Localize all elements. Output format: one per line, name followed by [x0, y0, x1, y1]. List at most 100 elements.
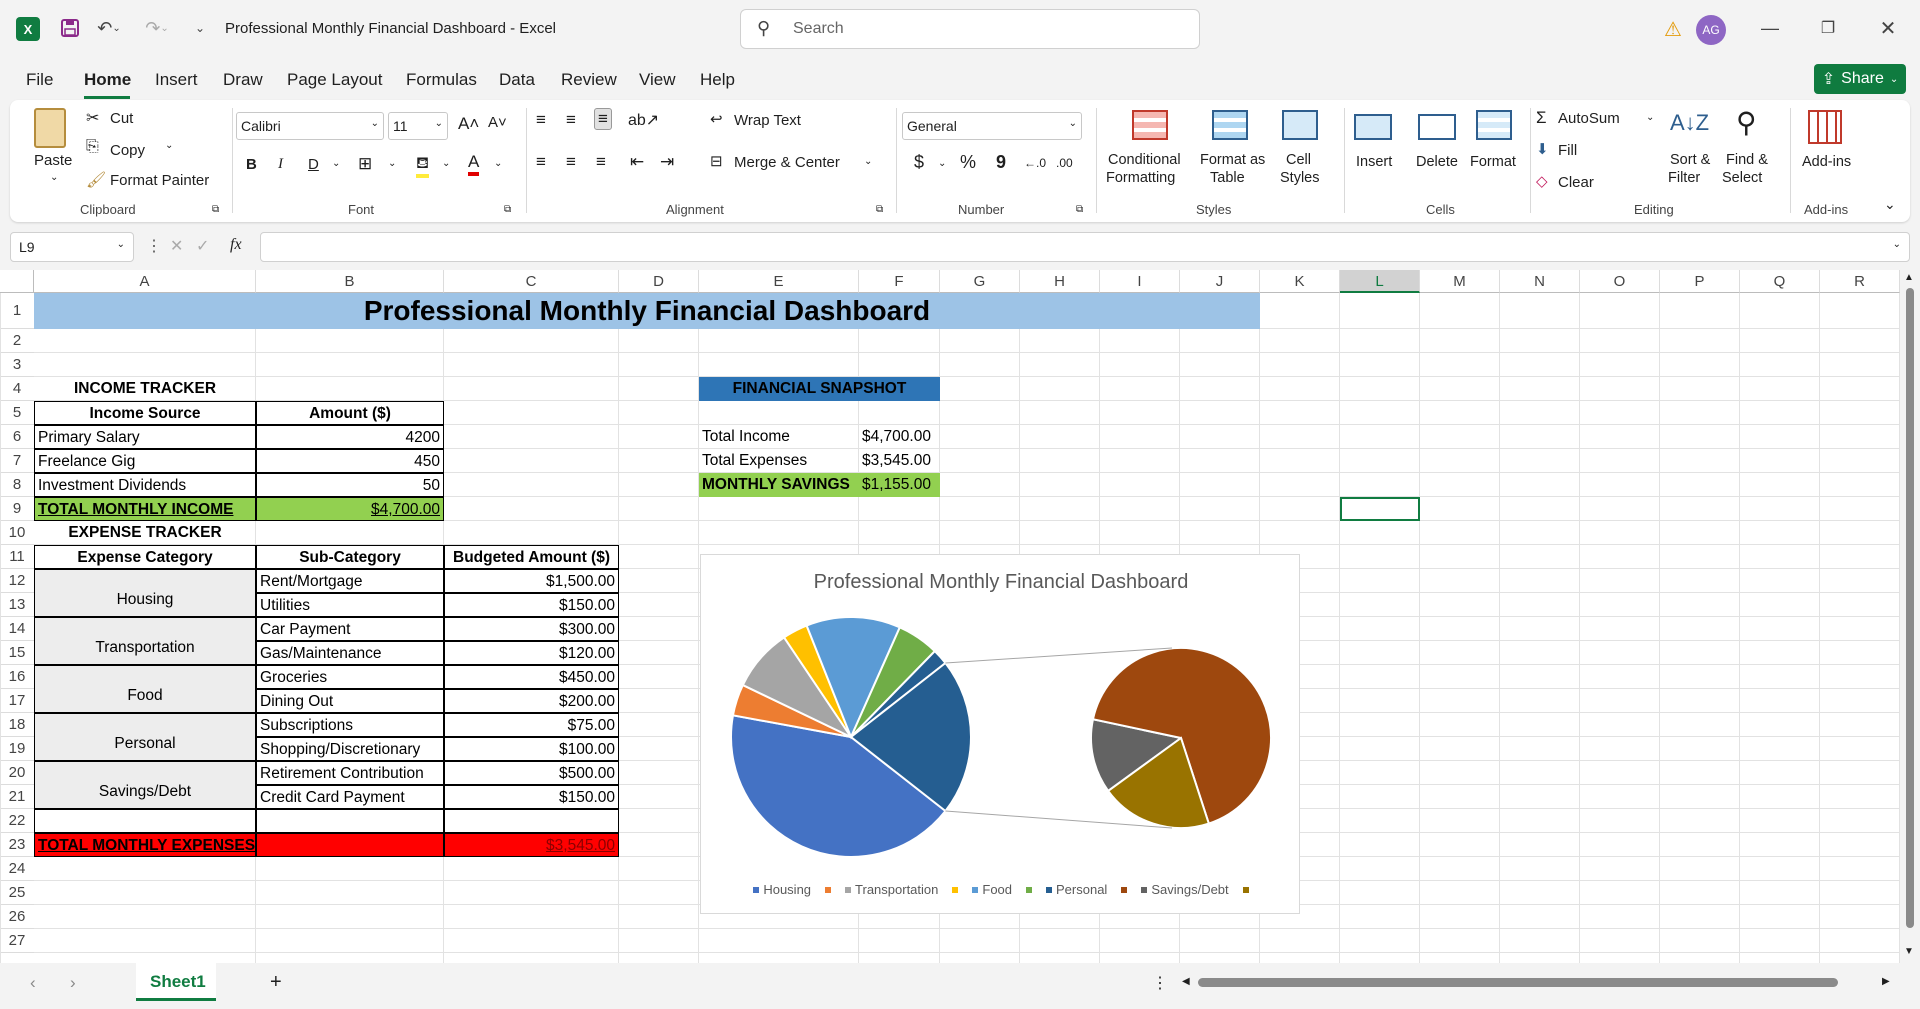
italic-button[interactable]: I — [278, 156, 283, 173]
expense-header[interactable]: Expense Category — [34, 545, 256, 569]
cell-styles-icon[interactable] — [1282, 110, 1318, 140]
tab-data[interactable]: Data — [499, 70, 535, 90]
decrease-decimal-icon[interactable]: .00 — [1056, 156, 1073, 170]
empty-cell[interactable] — [256, 809, 444, 833]
font-family-select[interactable]: Calibri ⌄ — [236, 112, 384, 140]
close-icon[interactable]: ✕ — [1876, 16, 1900, 40]
underline-button[interactable]: D — [308, 156, 319, 173]
income-header[interactable]: Income Source — [34, 401, 256, 425]
expense-subcategory-cell[interactable]: Subscriptions — [256, 713, 444, 737]
income-amount-cell[interactable]: 50 — [256, 473, 444, 497]
total-expenses-label[interactable]: TOTAL MONTHLY EXPENSES — [34, 833, 256, 857]
scroll-left-icon[interactable]: ◀ — [1182, 976, 1190, 987]
tab-home[interactable]: Home — [84, 70, 131, 90]
monthly-savings-label[interactable]: MONTHLY SAVINGS — [699, 473, 859, 497]
add-sheet-icon[interactable]: + — [270, 971, 282, 994]
scroll-up-icon[interactable]: ▲ — [1904, 272, 1914, 283]
cancel-icon[interactable]: ✕ — [170, 236, 183, 256]
formula-input[interactable]: ⌄ — [260, 232, 1910, 262]
chevron-down-icon[interactable]: ⌄ — [494, 158, 502, 169]
increase-decimal-icon[interactable]: ←.0 — [1024, 156, 1046, 170]
sheet-tab[interactable]: Sheet1 — [136, 963, 216, 1001]
total-expenses-value[interactable]: $3,545.00 — [444, 833, 619, 857]
orientation-icon[interactable]: ab↗ — [628, 110, 659, 130]
warning-icon[interactable]: ⚠ — [1660, 16, 1686, 42]
dialog-launcher-icon[interactable]: ⧉ — [212, 204, 219, 215]
copy-button[interactable]: Copy — [110, 142, 145, 159]
cell-styles-label-2[interactable]: Styles — [1280, 170, 1320, 186]
row-header[interactable]: 10 — [0, 521, 34, 545]
find-select-icon[interactable]: ⚲ — [1736, 106, 1757, 139]
vertical-scrollbar[interactable]: ▲ ▼ — [1900, 270, 1920, 963]
row-header[interactable]: 17 — [0, 689, 34, 713]
monthly-savings-value[interactable]: $1,155.00 — [859, 473, 940, 497]
expand-icon[interactable]: ⌄ — [1893, 239, 1901, 250]
save-icon[interactable] — [58, 16, 82, 40]
financial-snapshot-heading[interactable]: FINANCIAL SNAPSHOT — [699, 377, 940, 401]
chevron-down-icon[interactable]: ⌄ — [388, 158, 396, 169]
next-sheet-icon[interactable]: › — [70, 973, 76, 993]
increase-indent-icon[interactable]: ⇥ — [660, 152, 674, 172]
sheet-title-banner[interactable]: Professional Monthly Financial Dashboard — [34, 293, 1260, 329]
horizontal-scroll-thumb[interactable] — [1198, 978, 1838, 987]
empty-cell[interactable] — [34, 809, 256, 833]
expense-amount-cell[interactable]: $1,500.00 — [444, 569, 619, 593]
chevron-down-icon[interactable]: ⌄ — [50, 172, 58, 183]
font-size-select[interactable]: 11 ⌄ — [388, 112, 448, 140]
row-header[interactable]: 6 — [0, 425, 34, 449]
income-amount-cell[interactable]: 450 — [256, 449, 444, 473]
pie-chart[interactable]: Professional Monthly Financial Dashboard… — [700, 554, 1300, 914]
share-button[interactable]: ⇪ Share ⌄ — [1814, 64, 1906, 94]
column-header[interactable]: B — [256, 270, 444, 293]
paste-button[interactable]: Paste — [34, 152, 72, 169]
expense-subcategory-cell[interactable]: Dining Out — [256, 689, 444, 713]
merge-center-button[interactable]: Merge & Center — [734, 154, 840, 171]
addins-icon[interactable] — [1808, 110, 1842, 144]
legend-item[interactable]: Food — [972, 882, 1033, 897]
bold-button[interactable]: B — [246, 156, 257, 173]
paste-icon[interactable] — [34, 108, 66, 148]
insert-cells-button[interactable]: Insert — [1356, 154, 1392, 170]
name-box[interactable]: L9 ⌄ — [10, 232, 134, 262]
expense-subcategory-cell[interactable]: Gas/Maintenance — [256, 641, 444, 665]
cut-button[interactable]: Cut — [110, 110, 133, 127]
column-header[interactable]: D — [619, 270, 699, 293]
minimize-icon[interactable]: — — [1758, 16, 1782, 40]
conditional-formatting-label-2[interactable]: Formatting — [1106, 170, 1175, 186]
redo-icon[interactable]: ↷ ⌄ — [140, 16, 174, 40]
format-as-table-label[interactable]: Format as — [1200, 152, 1265, 168]
legend-item[interactable]: Housing — [753, 882, 832, 897]
expense-amount-cell[interactable]: $300.00 — [444, 617, 619, 641]
more-icon[interactable]: ⋮ — [1152, 973, 1168, 993]
row-header[interactable]: 15 — [0, 641, 34, 665]
row-header[interactable]: 2 — [0, 329, 34, 353]
tab-review[interactable]: Review — [561, 70, 617, 90]
bottom-align-icon[interactable]: ≡ — [594, 108, 612, 130]
tab-help[interactable]: Help — [700, 70, 735, 90]
chevron-down-icon[interactable]: ⌄ — [864, 156, 872, 167]
row-header[interactable]: 14 — [0, 617, 34, 641]
tab-draw[interactable]: Draw — [223, 70, 263, 90]
restore-icon[interactable]: ❐ — [1816, 16, 1840, 40]
expense-subcategory-cell[interactable]: Credit Card Payment — [256, 785, 444, 809]
empty-cell[interactable] — [444, 809, 619, 833]
vertical-scroll-thumb[interactable] — [1906, 288, 1914, 928]
align-left-icon[interactable]: ≡ — [536, 152, 546, 172]
enter-icon[interactable]: ✓ — [196, 236, 209, 256]
column-header[interactable]: K — [1260, 270, 1340, 293]
column-header[interactable]: N — [1500, 270, 1580, 293]
row-header[interactable]: 18 — [0, 713, 34, 737]
expense-subcategory-cell[interactable]: Shopping/Discretionary — [256, 737, 444, 761]
snapshot-value[interactable]: $4,700.00 — [859, 425, 940, 449]
scroll-right-icon[interactable]: ▶ — [1882, 976, 1890, 987]
column-header[interactable]: R — [1820, 270, 1900, 293]
avatar[interactable]: AG — [1696, 15, 1726, 45]
align-center-icon[interactable]: ≡ — [566, 152, 576, 172]
conditional-formatting-icon[interactable] — [1132, 110, 1168, 140]
scroll-down-icon[interactable]: ▼ — [1904, 946, 1914, 957]
sort-filter-icon[interactable]: A↓Z — [1670, 110, 1709, 136]
column-header[interactable]: F — [859, 270, 940, 293]
expense-amount-cell[interactable]: $75.00 — [444, 713, 619, 737]
currency-button[interactable]: $ — [914, 152, 924, 173]
income-header[interactable]: Amount ($) — [256, 401, 444, 425]
